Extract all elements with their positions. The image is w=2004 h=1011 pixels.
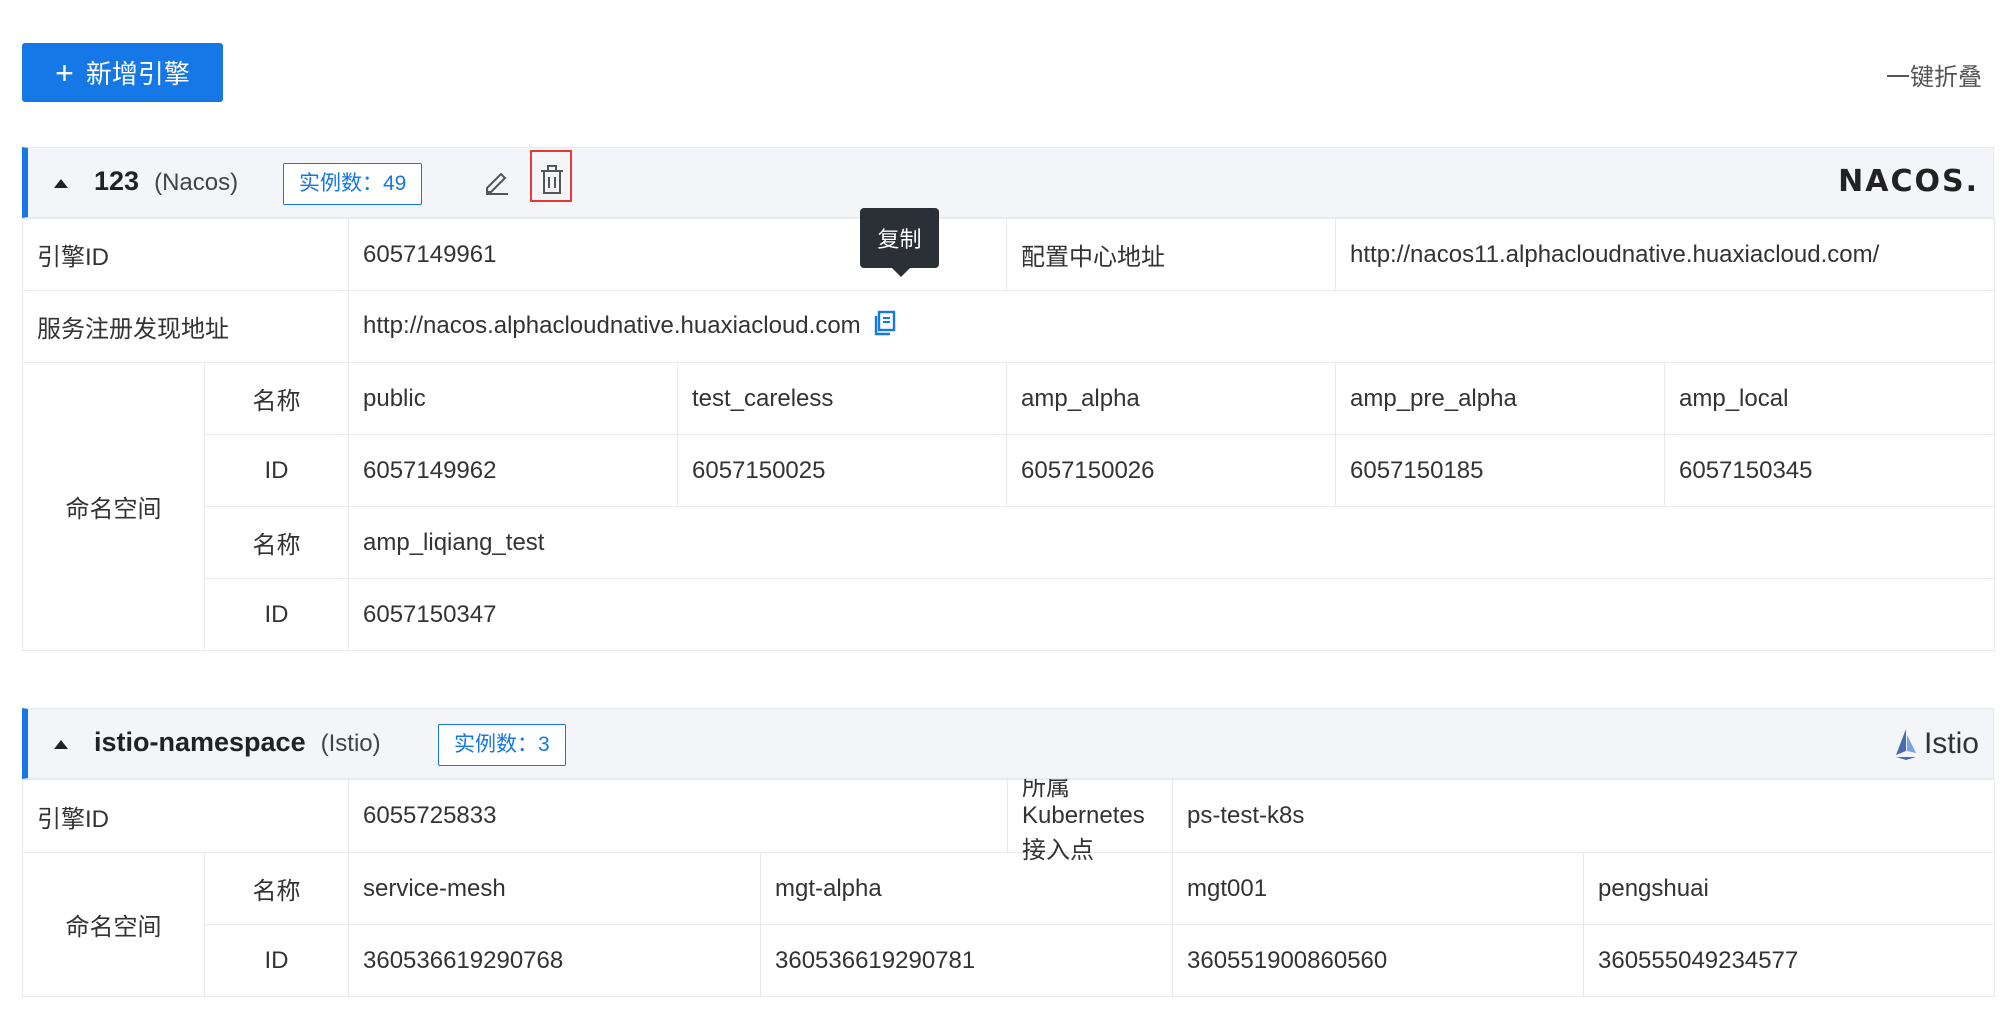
registry-cell: http://nacos.alphacloudnative.huaxiaclou… [347, 290, 1996, 363]
table-row: ID 6057150347 [23, 578, 1996, 651]
ns-id: 360555049234577 [1583, 924, 1996, 997]
collapse-caret-icon[interactable] [54, 740, 68, 749]
k8s-label: 所属Kubernetes接入点 [1007, 774, 1172, 864]
ns-name-label: 名称 [204, 362, 349, 435]
engine-id-label: 引擎ID [22, 218, 349, 291]
engine-id-value: 6055725833 [363, 802, 497, 829]
ns-id-label: ID [204, 434, 349, 507]
engine-type: (Istio) [320, 730, 381, 757]
ns-id: 6057150347 [347, 578, 1996, 651]
engine-id-label: 引擎ID [22, 779, 349, 853]
copy-icon[interactable] [873, 310, 897, 343]
ns-id: 360551900860560 [1172, 924, 1585, 997]
add-engine-button[interactable]: + 新增引擎 [22, 43, 223, 102]
ns-name-label: 名称 [204, 506, 349, 579]
engine-title: istio-namespace (Istio) [94, 727, 381, 758]
registry-label: 服务注册发现地址 [22, 290, 349, 363]
table-row: 命名空间 名称 public test_careless amp_alpha a… [22, 362, 1996, 651]
ns-name: amp_liqiang_test [347, 506, 1996, 579]
engine-title: 123 (Nacos) [94, 166, 238, 197]
plus-icon: + [55, 54, 74, 91]
ns-name: amp_pre_alpha [1335, 362, 1666, 435]
k8s-value: ps-test-k8s [1172, 779, 1996, 853]
table-row: 引擎ID 6057149961 配置中心地址 http://nacos11.al… [22, 218, 1996, 291]
engine-header: istio-namespace (Istio) 实例数：3 Istio [22, 708, 1994, 779]
ns-name: test_careless [676, 362, 1008, 435]
ns-id: 6057149962 [348, 434, 678, 507]
ns-id: 360536619290768 [348, 924, 761, 997]
ns-name: pengshuai [1583, 852, 1996, 925]
config-center-label: 配置中心地址 [1006, 218, 1337, 291]
instance-count-badge: 实例数：3 [438, 724, 566, 766]
engine-name: istio-namespace [94, 727, 306, 757]
engine-card-nacos: 123 (Nacos) 实例数：49 NACOS. 引擎ID 605714996… [22, 147, 1996, 651]
table-row: ID 360536619290768 360536619290781 36055… [23, 924, 1996, 997]
ns-name: public [348, 362, 678, 435]
collapse-all-link[interactable]: 一键折叠 [1886, 57, 1982, 92]
table-row: 服务注册发现地址 http://nacos.alphacloudnative.h… [22, 290, 1996, 363]
ns-name: amp_alpha [1006, 362, 1337, 435]
istio-logo-text: Istio [1923, 727, 1979, 760]
istio-logo: Istio [1894, 727, 1979, 761]
ns-id-label: ID [204, 578, 349, 651]
ns-name: amp_local [1664, 362, 1996, 435]
namespace-label: 命名空间 [22, 362, 205, 651]
table-row: 命名空间 名称 service-mesh mgt-alpha mgt001 pe… [22, 852, 1996, 997]
edit-icon[interactable] [481, 166, 511, 196]
ns-id: 6057150345 [1664, 434, 1996, 507]
engine-info-table: 引擎ID 6055725833 所属Kubernetes接入点 ps-test-… [22, 774, 1996, 997]
engine-info-table: 引擎ID 6057149961 配置中心地址 http://nacos11.al… [22, 218, 1996, 651]
ns-id: 6057150185 [1335, 434, 1666, 507]
engine-id-cell: 6055725833 所属Kubernetes接入点 [347, 774, 1174, 864]
copy-tooltip: 复制 [860, 208, 939, 277]
engine-type: (Nacos) [154, 169, 239, 196]
istio-sail-icon [1895, 729, 1916, 760]
ns-name: mgt001 [1172, 852, 1585, 925]
ns-id: 6057150026 [1006, 434, 1337, 507]
engine-card-istio: istio-namespace (Istio) 实例数：3 Istio 引擎ID… [22, 708, 1996, 997]
config-center-value: http://nacos11.alphacloudnative.huaxiacl… [1335, 218, 1996, 291]
namespace-label: 命名空间 [22, 852, 205, 997]
nacos-logo: NACOS. [1838, 164, 1979, 199]
trash-icon[interactable] [537, 164, 567, 194]
engine-name: 123 [94, 166, 140, 196]
ns-id-label: ID [204, 924, 349, 997]
toolbar: + 新增引擎 一键折叠 [22, 43, 1982, 102]
ns-name-label: 名称 [204, 852, 349, 925]
collapse-caret-icon[interactable] [54, 179, 68, 188]
ns-id: 6057150025 [676, 434, 1008, 507]
registry-value: http://nacos.alphacloudnative.huaxiaclou… [363, 311, 861, 339]
instance-count-badge: 实例数：49 [283, 163, 423, 205]
ns-name: service-mesh [348, 852, 761, 925]
table-row: 引擎ID 6055725833 所属Kubernetes接入点 ps-test-… [22, 774, 1996, 864]
add-engine-label: 新增引擎 [85, 59, 190, 89]
table-row: ID 6057149962 6057150025 6057150026 6057… [23, 434, 1996, 507]
table-row: 名称 amp_liqiang_test [23, 506, 1996, 579]
engine-header: 123 (Nacos) 实例数：49 NACOS. [22, 147, 1994, 218]
ns-id: 360536619290781 [759, 924, 1174, 997]
